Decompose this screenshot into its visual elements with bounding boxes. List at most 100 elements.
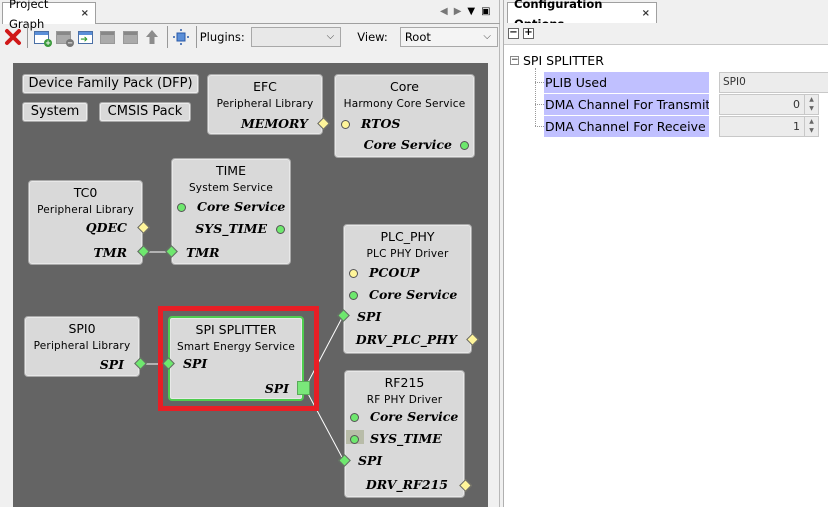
prop-label-dma-receive[interactable]: DMA Channel For Receive (544, 116, 709, 137)
tree-connector (535, 82, 544, 83)
node-time[interactable]: TIME System Service Core Service SYS_TIM… (171, 158, 291, 265)
import-button[interactable]: ➔ (75, 26, 96, 48)
port-splitter-spi-out[interactable] (297, 381, 310, 395)
system-button[interactable]: System (22, 102, 88, 122)
cmsis-pack-button[interactable]: CMSIS Pack (99, 102, 191, 122)
port-core-rtos[interactable] (341, 120, 350, 129)
remove-component-icon: − (56, 30, 75, 47)
project-graph-panel: Project Graph × ◀ ▶ ▼ ▣ + − ➔ Plugins: ⌵… (0, 0, 500, 507)
pin-qdec: QDEC (85, 220, 127, 235)
project-graph-canvas[interactable]: Device Family Pack (DFP) System CMSIS Pa… (13, 63, 488, 507)
pin-tmr: TMR (93, 245, 127, 260)
plib-used-field[interactable]: SPI0 (719, 72, 828, 93)
node-subtitle: Peripheral Library (37, 204, 134, 216)
close-icon[interactable]: × (81, 4, 89, 24)
toolbar-separator (166, 26, 168, 48)
pin-tmr: TMR (186, 245, 220, 260)
node-plc-phy[interactable]: PLC_PHY PLC PHY Driver PCOUP Core Servic… (343, 224, 472, 354)
node-title: TC0 (73, 185, 98, 200)
toolbar-separator (195, 26, 197, 48)
collapse-all-button[interactable]: − (508, 28, 519, 39)
node-subtitle: Smart Energy Service (176, 341, 295, 353)
pin-pcoup: PCOUP (369, 265, 420, 280)
export-button[interactable] (97, 26, 118, 48)
tree-root-label: SPI SPLITTER (523, 53, 604, 68)
tree-connector (535, 104, 544, 105)
prev-tab-icon[interactable]: ◀ (440, 6, 448, 17)
add-component-button[interactable]: + (31, 26, 53, 48)
pin-spi-input: SPI (183, 356, 208, 371)
node-title: PLC_PHY (380, 229, 435, 244)
pin-spi: SPI (358, 453, 383, 468)
node-title: SPI0 (68, 321, 96, 336)
port-rf215-core-service[interactable] (350, 413, 359, 422)
remove-component-button[interactable]: − (53, 26, 75, 48)
pin-spi: SPI (99, 357, 124, 372)
port-core-service[interactable] (460, 141, 469, 150)
pin-sys-time: SYS_TIME (195, 221, 267, 236)
prop-label-plib-used[interactable]: PLIB Used (544, 72, 709, 93)
pin-spi-output: SPI (264, 381, 289, 396)
move-up-icon (146, 30, 159, 44)
node-subtitle: RF PHY Driver (366, 394, 443, 406)
pin-core-service: Core Service (369, 287, 458, 302)
node-title: SPI SPLITTER (195, 322, 277, 337)
collapse-icon[interactable]: − (510, 56, 519, 65)
dma-receive-spinner[interactable]: 1 ▲ ▼ (719, 116, 819, 137)
plugins-label: Plugins: (199, 30, 245, 44)
close-icon[interactable]: × (642, 4, 650, 24)
node-tc0[interactable]: TC0 Peripheral Library QDEC TMR (28, 180, 143, 265)
chevron-down-icon: ⌵ (483, 31, 491, 42)
node-spi-splitter[interactable]: SPI SPLITTER Smart Energy Service SPI SP… (168, 316, 304, 401)
maximize-icon[interactable]: ▣ (481, 6, 490, 17)
tab-configuration-options[interactable]: Configuration Options × (507, 0, 657, 31)
fit-to-view-button[interactable] (171, 26, 192, 48)
port-time-sys-time[interactable] (276, 225, 285, 234)
node-title: Core (390, 79, 419, 94)
delete-button[interactable] (2, 26, 23, 48)
next-tab-icon[interactable]: ▶ (454, 6, 462, 17)
group-button[interactable] (120, 26, 141, 48)
config-toolbar: − + (504, 23, 828, 45)
pin-drv-rf215: DRV_RF215 (365, 477, 448, 492)
import-icon: ➔ (78, 30, 94, 45)
spinner-arrows-icon[interactable]: ▲ ▼ (804, 95, 818, 114)
dma-transmit-spinner[interactable]: 0 ▲ ▼ (719, 94, 819, 115)
plugins-dropdown[interactable]: ⌵ (250, 27, 342, 47)
tree-root[interactable]: − SPI SPLITTER (510, 53, 604, 68)
expand-all-button[interactable]: + (523, 28, 534, 39)
pin-core-service: Core Service (197, 199, 286, 214)
tree-connector (535, 126, 544, 127)
node-efc[interactable]: EFC Peripheral Library MEMORY (207, 74, 323, 135)
delete-icon (4, 29, 21, 45)
port-time-core-service[interactable] (177, 203, 186, 212)
spinner-value: 1 (793, 120, 800, 133)
node-subtitle: Peripheral Library (216, 98, 314, 110)
port-plc-core-service[interactable] (349, 291, 358, 300)
pin-memory: MEMORY (240, 116, 308, 131)
view-dropdown[interactable]: Root ⌵ (399, 27, 498, 47)
node-title: RF215 (384, 375, 425, 390)
move-up-button[interactable] (142, 26, 163, 48)
pin-rtos: RTOS (361, 116, 401, 131)
node-rf215[interactable]: RF215 RF PHY Driver Core Service SYS_TIM… (344, 370, 465, 498)
spinner-value: 0 (793, 98, 800, 111)
device-family-pack-button[interactable]: Device Family Pack (DFP) (22, 74, 199, 94)
pin-sys-time: SYS_TIME (370, 431, 442, 446)
node-spi0[interactable]: SPI0 Peripheral Library SPI (24, 316, 140, 377)
tab-project-graph[interactable]: Project Graph × (2, 0, 96, 31)
fit-to-view-icon (173, 29, 190, 45)
node-core[interactable]: Core Harmony Core Service RTOS Core Serv… (334, 74, 475, 158)
node-subtitle: PLC PHY Driver (366, 248, 449, 260)
configuration-options-panel: Configuration Options × − + − SPI SPLITT… (503, 0, 828, 507)
port-rf215-sys-time[interactable] (350, 435, 359, 444)
tab-menu-icon[interactable]: ▼ (467, 6, 475, 17)
spinner-arrows-icon[interactable]: ▲ ▼ (804, 117, 818, 136)
pin-spi: SPI (357, 309, 382, 324)
port-plc-pcoup[interactable] (349, 269, 358, 278)
view-label: View: (357, 30, 388, 44)
node-subtitle: Peripheral Library (33, 340, 131, 352)
group-icon (122, 30, 138, 44)
prop-label-dma-transmit[interactable]: DMA Channel For Transmit (544, 94, 709, 115)
node-title: EFC (253, 79, 277, 94)
